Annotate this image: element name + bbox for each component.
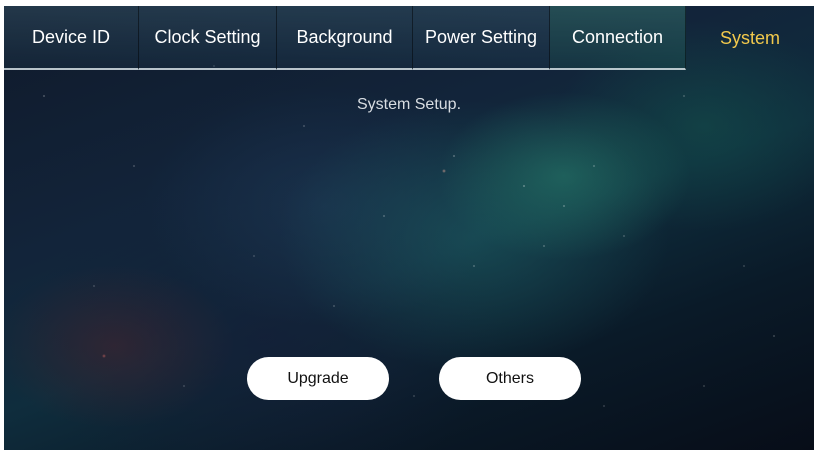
tab-clock-setting[interactable]: Clock Setting: [139, 6, 277, 70]
tab-system[interactable]: System: [686, 6, 814, 70]
tab-label: Connection: [571, 26, 664, 47]
starfield-background: [4, 6, 814, 450]
tab-label: Clock Setting: [154, 26, 261, 47]
tab-device-id[interactable]: Device ID: [4, 6, 139, 70]
tab-label: System: [719, 27, 780, 48]
tab-label: Device ID: [31, 26, 111, 47]
others-button-label: Others: [485, 369, 534, 387]
others-button[interactable]: Others: [439, 357, 581, 400]
upgrade-button[interactable]: Upgrade: [247, 357, 389, 400]
section-subtitle: System Setup.: [356, 96, 462, 113]
tab-label: Power Setting: [424, 26, 538, 47]
settings-screen: Device ID Clock Setting Background Power…: [4, 6, 814, 450]
tab-connection[interactable]: Connection: [550, 6, 686, 70]
tab-bar: Device ID Clock Setting Background Power…: [4, 6, 814, 70]
upgrade-button-label: Upgrade: [287, 369, 349, 387]
tab-power-setting[interactable]: Power Setting: [413, 6, 550, 70]
tab-label: Background: [296, 26, 393, 47]
tab-background[interactable]: Background: [277, 6, 413, 70]
